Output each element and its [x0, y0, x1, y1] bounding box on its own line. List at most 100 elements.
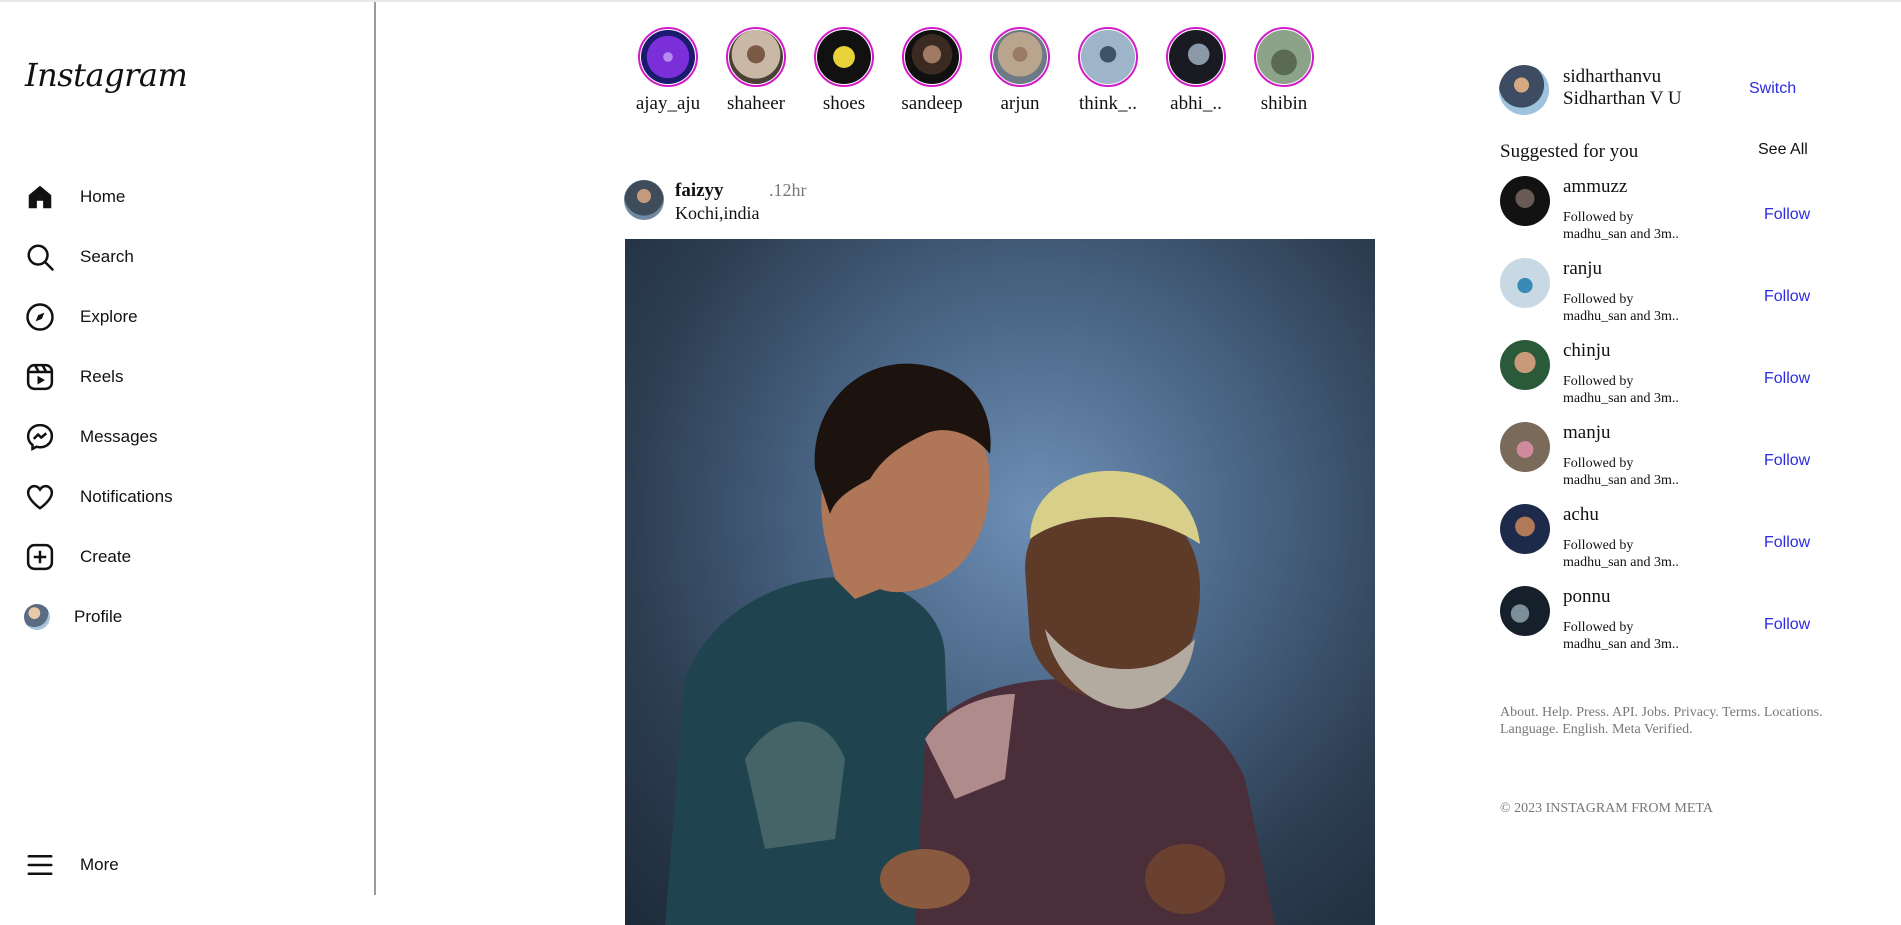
profile-avatar-wrap [24, 601, 50, 633]
follow-button[interactable]: Follow [1764, 288, 1810, 306]
post-location[interactable]: Kochi,india [675, 203, 759, 224]
story-avatar [993, 30, 1047, 84]
story-username: sandeep [901, 93, 963, 114]
avatar[interactable] [624, 180, 664, 220]
story-avatar [1081, 30, 1135, 84]
post-image[interactable] [625, 239, 1375, 925]
suggested-username[interactable]: ponnu [1563, 586, 1611, 608]
story-avatar [1169, 30, 1223, 84]
story-username: shoes [822, 93, 866, 114]
follow-button[interactable]: Follow [1764, 534, 1810, 552]
followed-by-text: Followed by [1563, 210, 1634, 225]
followed-by-text: Followed by [1563, 374, 1634, 389]
current-username[interactable]: sidharthanvu [1563, 66, 1661, 88]
story-username: think_.. [1078, 93, 1138, 114]
suggested-user: ranju Followed by madhu_san and 3m.. Fol… [1500, 258, 1820, 336]
sidebar-item-label: Home [80, 187, 126, 206]
compass-icon [24, 301, 56, 333]
post-username[interactable]: faizyy [675, 180, 724, 202]
follow-button[interactable]: Follow [1764, 616, 1810, 634]
sidebar-item-label: Notifications [80, 487, 173, 506]
story-ring [902, 27, 962, 87]
story-avatar [1257, 30, 1311, 84]
suggested-user: achu Followed by madhu_san and 3m.. Foll… [1500, 504, 1820, 582]
followed-by-names: madhu_san and 3m.. [1563, 309, 1679, 324]
story-item[interactable]: shibin [1240, 27, 1328, 127]
suggested-user: manju Followed by madhu_san and 3m.. Fol… [1500, 422, 1820, 500]
suggested-user: chinju Followed by madhu_san and 3m.. Fo… [1500, 340, 1820, 418]
post-photo [665, 363, 1275, 925]
sidebar-item-explore[interactable]: Explore [24, 297, 324, 337]
suggested-username[interactable]: achu [1563, 504, 1599, 526]
sidebar-item-label: Create [80, 547, 132, 566]
follow-button[interactable]: Follow [1764, 370, 1810, 388]
followed-by-text: Followed by [1563, 538, 1634, 553]
story-item[interactable]: arjun [976, 27, 1064, 127]
followed-by-text: Followed by [1563, 620, 1634, 635]
current-fullname: Sidharthan V U [1563, 88, 1682, 109]
avatar[interactable] [1500, 340, 1550, 390]
follow-button[interactable]: Follow [1764, 452, 1810, 470]
story-item[interactable]: shoes [800, 27, 888, 127]
heart-icon [24, 481, 56, 513]
sidebar-item-label: Reels [80, 367, 124, 386]
sidebar-item-profile[interactable]: Profile [24, 597, 324, 637]
post-header: faizyy .12hr Kochi,india [624, 178, 1384, 228]
sidebar-item-notifications[interactable]: Notifications [24, 477, 324, 517]
story-ring [990, 27, 1050, 87]
suggested-username[interactable]: ranju [1563, 258, 1602, 280]
story-item[interactable]: think_.. [1064, 27, 1152, 127]
suggested-heading: Suggested for you [1500, 141, 1639, 162]
footer-links[interactable]: About. Help. Press. API. Jobs. Privacy. … [1500, 704, 1830, 738]
suggested-username[interactable]: ammuzz [1563, 176, 1627, 198]
story-username: shibin [1260, 93, 1308, 114]
sidebar-item-label: Explore [80, 307, 138, 326]
story-username: abhi_.. [1170, 93, 1222, 114]
story-avatar [641, 30, 695, 84]
sidebar-item-create[interactable]: Create [24, 537, 324, 577]
sidebar-item-label: Messages [80, 427, 158, 446]
sidebar-item-search[interactable]: Search [24, 237, 324, 277]
story-ring [726, 27, 786, 87]
story-item[interactable]: shaheer [712, 27, 800, 127]
sidebar-item-messages[interactable]: Messages [24, 417, 324, 457]
avatar[interactable] [1499, 65, 1549, 115]
avatar[interactable] [1500, 422, 1550, 472]
story-avatar [905, 30, 959, 84]
avatar[interactable] [1500, 504, 1550, 554]
suggested-username[interactable]: chinju [1563, 340, 1611, 362]
followed-by-names: madhu_san and 3m.. [1563, 391, 1679, 406]
followed-by-names: madhu_san and 3m.. [1563, 555, 1679, 570]
sidebar-item-reels[interactable]: Reels [24, 357, 324, 397]
home-icon [24, 181, 56, 213]
followed-by-text: Followed by [1563, 456, 1634, 471]
story-ring [1166, 27, 1226, 87]
story-item[interactable]: sandeep [888, 27, 976, 127]
sidebar-item-label: Profile [74, 607, 123, 626]
story-avatar [729, 30, 783, 84]
followed-by-names: madhu_san and 3m.. [1563, 637, 1679, 652]
plus-square-icon [24, 541, 56, 573]
story-ring [1078, 27, 1138, 87]
see-all-link[interactable]: See All [1758, 141, 1808, 159]
suggested-username[interactable]: manju [1563, 422, 1611, 444]
sidebar-item-home[interactable]: Home [24, 177, 324, 217]
instagram-logo[interactable]: Instagram [25, 56, 188, 94]
sidebar-item-more[interactable]: More [24, 845, 324, 885]
story-username: ajay_aju [635, 93, 701, 114]
story-item[interactable]: ajay_aju [624, 27, 712, 127]
avatar [24, 604, 50, 630]
avatar[interactable] [1500, 176, 1550, 226]
follow-button[interactable]: Follow [1764, 206, 1810, 224]
avatar[interactable] [1500, 258, 1550, 308]
story-item[interactable]: abhi_.. [1152, 27, 1240, 127]
avatar[interactable] [1500, 586, 1550, 636]
story-username: arjun [1000, 93, 1040, 114]
switch-account-link[interactable]: Switch [1749, 80, 1796, 98]
story-ring [638, 27, 698, 87]
story-ring [814, 27, 874, 87]
sidebar-item-label: Search [80, 247, 134, 266]
sidebar: Instagram Home Search Explore Reels Mess… [0, 2, 376, 895]
followed-by-names: madhu_san and 3m.. [1563, 473, 1679, 488]
messenger-icon [24, 421, 56, 453]
